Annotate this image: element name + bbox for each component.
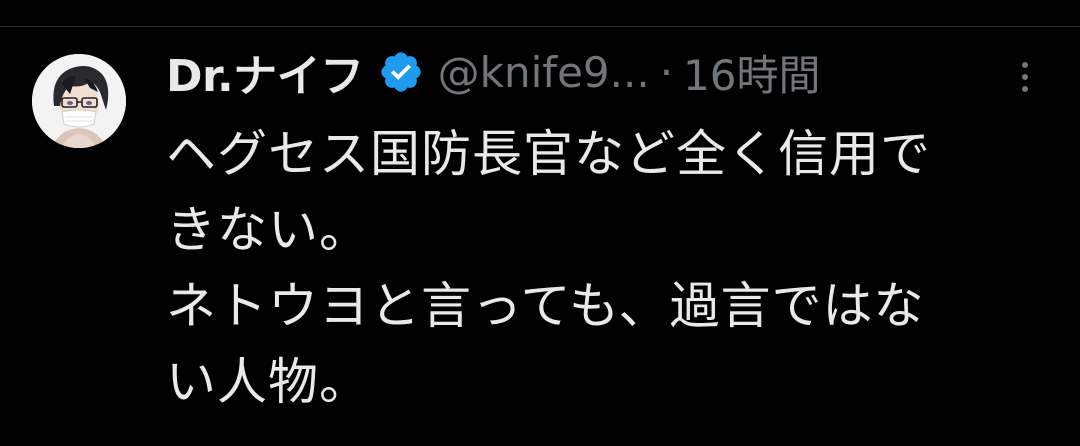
tweet-text-line: い人物。	[166, 353, 370, 411]
tweet-text-line: きない。	[166, 201, 370, 259]
tweet-timestamp[interactable]: 16時間	[683, 42, 820, 103]
avatar-image	[32, 54, 126, 148]
tweet-text-line: ネトウヨと言っても、過言ではな	[166, 277, 925, 335]
author-handle[interactable]: @knife9...	[438, 48, 650, 97]
header-separator: ·	[659, 47, 674, 97]
tweet-body: ヘグセス国防長官など全く信用で きない。 ネトウヨと言っても、過言ではな い人物…	[166, 116, 1036, 420]
tweet-text-line: ヘグセス国防長官など全く信用で	[166, 125, 931, 183]
verified-badge-icon[interactable]	[378, 49, 424, 95]
author-display-name[interactable]: Dr.ナイフ	[166, 40, 364, 104]
top-divider	[0, 26, 1080, 27]
tweet-header: Dr.ナイフ @knife9... · 16時間	[166, 40, 1066, 104]
more-options-icon[interactable]	[1016, 58, 1034, 96]
avatar[interactable]	[32, 54, 126, 148]
